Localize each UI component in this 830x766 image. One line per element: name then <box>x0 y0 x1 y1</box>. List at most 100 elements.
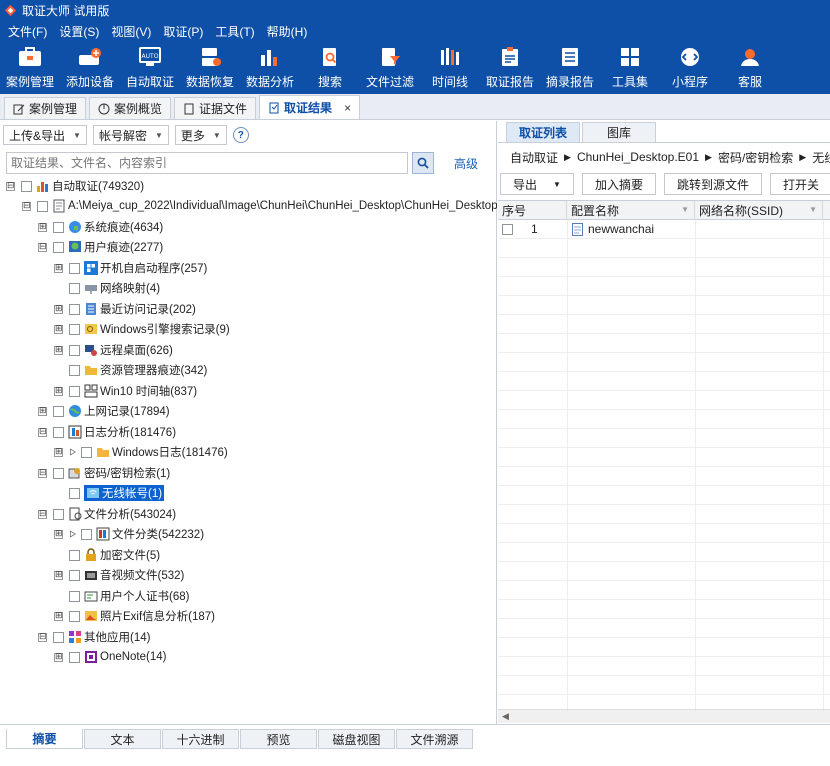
checkbox[interactable] <box>69 651 80 663</box>
tab-forensics-results[interactable]: 取证结果 × <box>259 95 361 119</box>
checkbox[interactable] <box>69 590 80 602</box>
tab-case-management[interactable]: 案例管理 <box>4 97 87 119</box>
expand-icon[interactable]: ⊞ <box>54 611 63 621</box>
menu-tools[interactable]: 工具(T) <box>215 23 254 40</box>
menu-file[interactable]: 文件(F) <box>8 23 47 40</box>
expand-icon[interactable]: ⊞ <box>54 386 63 396</box>
checkbox[interactable] <box>53 426 64 438</box>
tab-case-overview[interactable]: 案例概览 <box>89 97 172 119</box>
tree-node-startup-programs[interactable]: ⊞ 开机自启动程序(257) <box>54 259 207 277</box>
add-summary-button[interactable]: 加入摘要 <box>581 173 656 195</box>
add-device-button[interactable]: 添加设备 <box>60 42 120 94</box>
checkbox[interactable] <box>53 405 64 417</box>
tree-node-onenote[interactable]: ⊞ OneNote(14) <box>54 648 166 666</box>
filter-icon[interactable]: ▼ <box>809 205 817 214</box>
collapse-icon[interactable]: ⊟ <box>38 509 47 519</box>
advanced-search-link[interactable]: 高级 <box>454 155 478 172</box>
close-icon[interactable]: × <box>344 101 351 115</box>
tree-node-user-traces[interactable]: ⊟ 用户痕迹(2277) <box>38 238 163 256</box>
toolset-button[interactable]: 工具集 <box>600 42 660 94</box>
filter-icon[interactable]: ▼ <box>681 205 689 214</box>
checkbox[interactable] <box>53 631 64 643</box>
row-checkbox[interactable] <box>502 224 513 235</box>
data-recovery-button[interactable]: 数据恢复 <box>180 42 240 94</box>
collapse-icon[interactable]: ⊟ <box>22 201 31 211</box>
checkbox[interactable] <box>21 180 32 192</box>
expand-icon[interactable]: ⊞ <box>54 263 63 273</box>
checkbox[interactable] <box>69 262 80 274</box>
collapse-icon[interactable]: ⊟ <box>38 242 47 252</box>
tree-node-exif-analysis[interactable]: ⊞ 照片Exif信息分析(187) <box>54 607 215 625</box>
checkbox[interactable] <box>37 200 48 212</box>
checkbox[interactable] <box>81 446 92 458</box>
jump-to-source-button[interactable]: 跳转到源文件 <box>663 173 762 195</box>
expand-icon[interactable]: ⊞ <box>54 652 63 662</box>
expand-icon[interactable]: ⊞ <box>54 570 63 580</box>
collapse-icon[interactable]: ⊟ <box>38 632 47 642</box>
tree-node-internet-records[interactable]: ⊞ 上网记录(17894) <box>38 402 170 420</box>
account-decrypt-dropdown[interactable]: 帐号解密 ▼ <box>92 125 169 145</box>
checkbox[interactable] <box>69 323 80 335</box>
timeline-button[interactable]: 时间线 <box>420 42 480 94</box>
expand-icon[interactable]: ⊞ <box>54 304 63 314</box>
menu-settings[interactable]: 设置(S) <box>59 23 99 40</box>
tree-node-other-apps[interactable]: ⊟ 其他应用(14) <box>38 628 150 646</box>
tree-node-password-retrieval[interactable]: ⊟ 密码/密钥检索(1) <box>38 464 170 482</box>
tree-node-av-files[interactable]: ⊞ 音视频文件(532) <box>54 566 184 584</box>
tree-node-network-mapping[interactable]: 网络映射(4) <box>54 279 160 297</box>
case-management-button[interactable]: 案例管理 <box>0 42 60 94</box>
tab-summary[interactable]: 摘要 <box>6 729 83 749</box>
forensics-report-button[interactable]: 取证报告 <box>480 42 540 94</box>
checkbox[interactable] <box>69 282 80 294</box>
checkbox[interactable] <box>69 549 80 561</box>
tree-node-auto-forensics[interactable]: ⊟ 自动取证(749320) <box>6 177 144 195</box>
mini-program-button[interactable]: 小程序 <box>660 42 720 94</box>
checkbox[interactable] <box>69 364 80 376</box>
expand-icon[interactable]: ⊞ <box>38 222 47 232</box>
scroll-left-icon[interactable]: ◀ <box>502 711 509 722</box>
checkbox[interactable] <box>69 569 80 581</box>
collapse-icon[interactable]: ⊟ <box>6 181 15 191</box>
upload-export-dropdown[interactable]: 上传&导出 ▼ <box>3 125 87 145</box>
tree-node-remote-desktop[interactable]: ⊞ 远程桌面(626) <box>54 341 173 359</box>
breadcrumb-item[interactable]: ChunHei_Desktop.E01 <box>577 150 699 164</box>
tree-node-file-analysis[interactable]: ⊟ 文件分析(543024) <box>38 505 176 523</box>
tab-preview[interactable]: 预览 <box>240 729 317 749</box>
auto-forensics-button[interactable]: AUTO 自动取证 <box>120 42 180 94</box>
tab-evidence-list[interactable]: 取证列表 <box>506 122 580 142</box>
checkbox[interactable] <box>69 385 80 397</box>
tree-node-file-classification[interactable]: ⊞ 文件分类(542232) <box>54 525 204 543</box>
tree-node-user-certificates[interactable]: 用户个人证书(68) <box>54 587 189 605</box>
checkbox[interactable] <box>69 344 80 356</box>
breadcrumb-item[interactable]: 无线帐 <box>812 149 830 166</box>
expand-icon[interactable]: ⊞ <box>54 529 63 539</box>
checkbox[interactable] <box>81 528 92 540</box>
menu-help[interactable]: 帮助(H) <box>267 23 308 40</box>
column-header-index[interactable]: 序号 <box>498 201 567 220</box>
file-filter-button[interactable]: 文件过滤 <box>360 42 420 94</box>
tab-hex[interactable]: 十六进制 <box>162 729 239 749</box>
more-dropdown[interactable]: 更多 ▼ <box>174 125 227 145</box>
selected-node[interactable]: 无线帐号(1) <box>84 485 165 501</box>
tab-file-trace[interactable]: 文件溯源 <box>396 729 473 749</box>
menu-forensics[interactable]: 取证(P) <box>163 23 203 40</box>
column-header-ssid[interactable]: 网络名称(SSID) ▼ <box>695 201 823 220</box>
expand-icon[interactable]: ⊞ <box>54 324 63 334</box>
checkbox[interactable] <box>53 508 64 520</box>
data-analysis-button[interactable]: 数据分析 <box>240 42 300 94</box>
excerpt-report-button[interactable]: 摘录报告 <box>540 42 600 94</box>
collapse-icon[interactable]: ⊟ <box>38 468 47 478</box>
checkbox[interactable] <box>69 610 80 622</box>
tree-node-recent-access[interactable]: ⊞ 最近访问记录(202) <box>54 300 196 318</box>
expand-icon[interactable]: ⊞ <box>54 447 63 457</box>
horizontal-scrollbar[interactable]: ◀ <box>498 709 830 723</box>
tree-node-encrypted-files[interactable]: 加密文件(5) <box>54 546 160 564</box>
tab-gallery[interactable]: 图库 <box>582 122 656 142</box>
search-input[interactable] <box>6 152 408 174</box>
checkbox[interactable] <box>69 487 80 499</box>
open-button[interactable]: 打开关 <box>769 173 830 195</box>
checkbox[interactable] <box>53 221 64 233</box>
expand-icon[interactable]: ⊞ <box>54 345 63 355</box>
breadcrumb-item[interactable]: 密码/密钥检索 <box>718 149 793 166</box>
tree-node-windows-search[interactable]: ⊞ Windows引擎搜索记录(9) <box>54 320 230 338</box>
